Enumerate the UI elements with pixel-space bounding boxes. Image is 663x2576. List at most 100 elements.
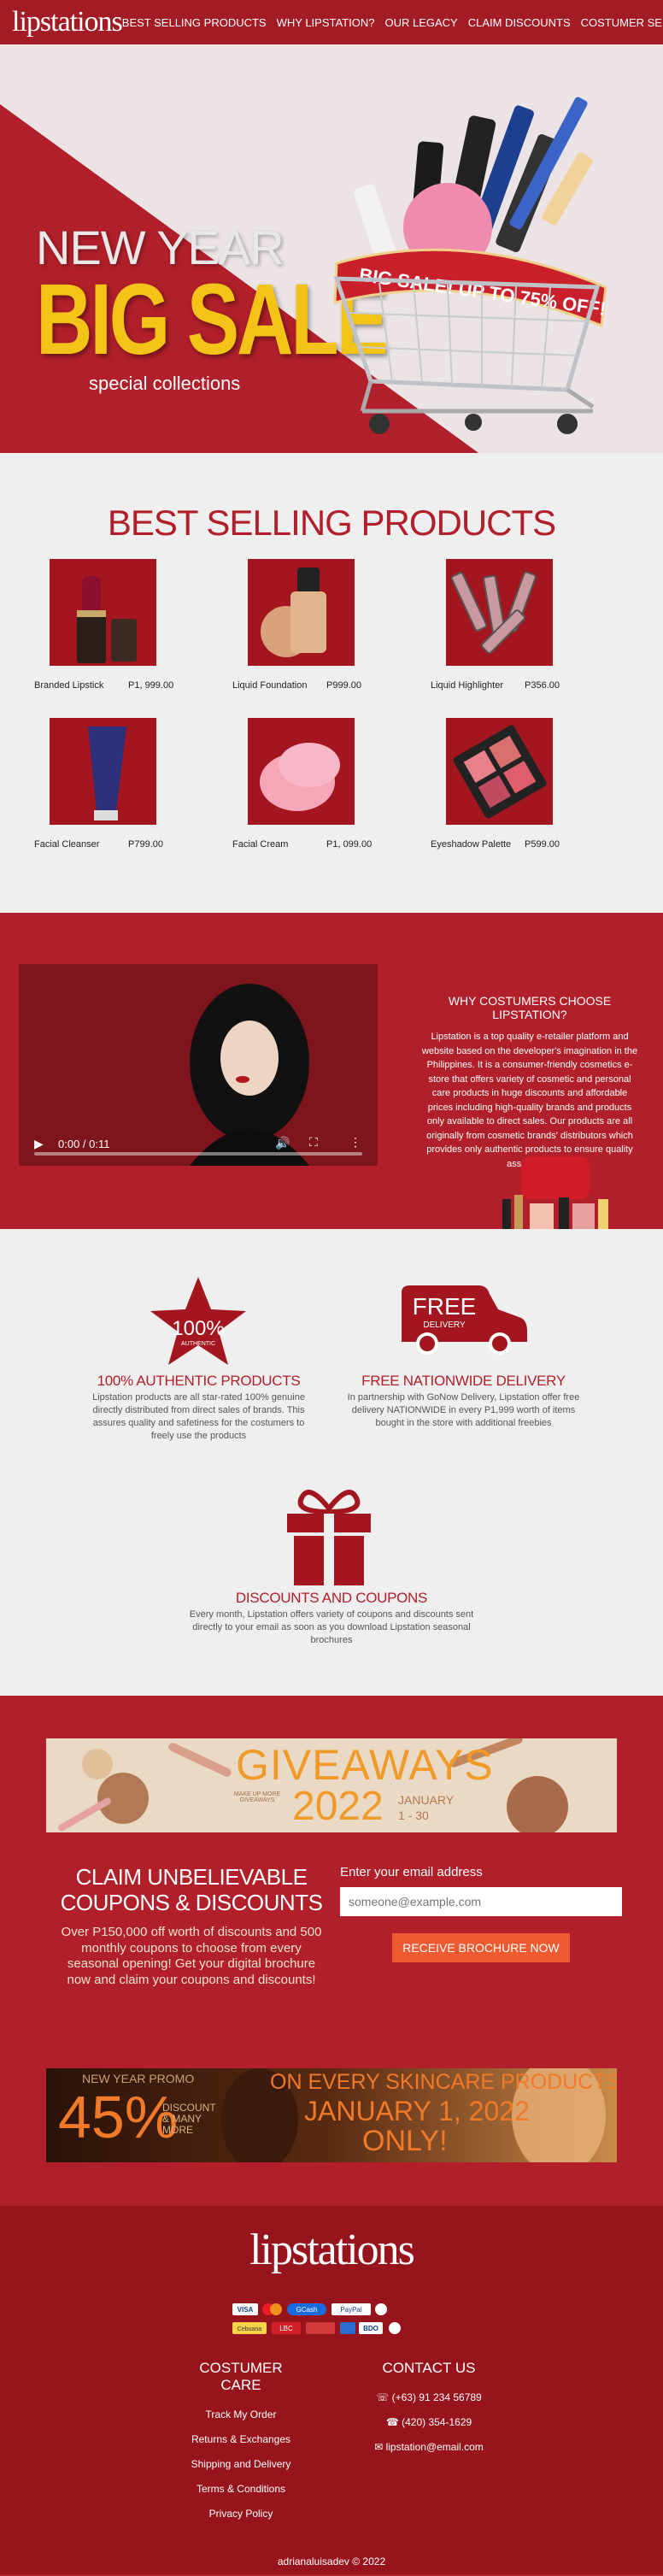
product-price: P1, 099.00 [326,839,373,850]
product-price: P799.00 [128,839,163,850]
giveaway-banner[interactable]: GIVEAWAYS 2022 MAKE UP MORE GIVEAWAYS JA… [46,1738,617,1832]
nav-link-service[interactable]: COSTUMER SERVICE [581,16,663,29]
b2-percent: 45% [58,2084,179,2150]
product-name: Liquid Foundation [232,680,308,691]
hero-big-sale: BIG SALE [36,263,389,376]
copyright: adrianaluisadev © 2022 [277,2555,386,2567]
site-logo[interactable]: lipstations [12,6,123,38]
payment-logos: VISA GCash PayPal Cebuana LBC BDO [232,2303,401,2334]
discount-feature: DISCOUNTS AND COUPONS Every month, Lipst… [175,1590,488,1647]
product-card[interactable]: Branded Lipstick P1, 999.00 [34,559,232,703]
phone-icon: ☏ [376,2391,392,2403]
customer-care-column: COSTUMER CARE Track My Order Returns & E… [188,2360,294,2526]
care-link-returns[interactable]: Returns & Exchanges [188,2427,294,2452]
why-section: ▶ 0:00 / 0:11 🔊 ⛶ ⋮ WHY COSTUMERS CHOOSE… [0,913,663,1229]
product-price: P599.00 [525,839,560,850]
why-title: WHY COSTUMERS CHOOSE LIPSTATION? [448,994,612,1021]
footer-logo[interactable]: lipstations [0,2225,663,2275]
gift-box-icon [287,1490,371,1585]
product-name: Branded Lipstick [34,680,104,691]
more-options-icon[interactable]: ⋮ [349,1135,361,1150]
care-link-terms[interactable]: Terms & Conditions [188,2477,294,2502]
truck-free-text: FREE [413,1293,477,1320]
product-price: P1, 999.00 [128,680,174,691]
pay-paypal: PayPal [340,2306,362,2314]
product-name: Facial Cleanser [34,839,100,850]
fullscreen-icon[interactable]: ⛶ [309,1135,318,1150]
site-footer: lipstations VISA GCash PayPal Cebuana LB… [0,2206,663,2574]
claim-block: CLAIM UNBELIEVABLE COUPONS & DISCOUNTS O… [55,1864,328,1989]
play-icon[interactable]: ▶ [34,1137,44,1151]
pay-gcash: GCash [296,2306,318,2314]
giveaway-date1: JANUARY [398,1793,455,1807]
contact-email-text: lipstation@email.com [385,2441,484,2453]
contact-title: CONTACT US [382,2360,476,2376]
video-progress-bar[interactable] [34,1152,362,1156]
foundation-image [248,559,355,666]
contact-mobile[interactable]: ☏ (+63) 91 234 56789 [369,2385,489,2410]
best-selling-title: BEST SELLING PRODUCTS [107,503,556,543]
nav-link-best-selling[interactable]: BEST SELLING PRODUCTS [122,16,267,29]
care-title: COSTUMER CARE [199,2360,283,2393]
product-price: P356.00 [525,680,560,691]
email-input[interactable] [340,1887,622,1916]
receive-brochure-button[interactable]: RECEIVE BROCHURE NOW [392,1933,570,1962]
product-price: P999.00 [326,680,361,691]
video-controls: ▶ 0:00 / 0:11 🔊 ⛶ ⋮ [19,1115,378,1166]
nav-link-claim[interactable]: CLAIM DISCOUNTS [468,16,571,29]
giveaway-small: MAKE UP MORE GIVEAWAYS [233,1791,281,1803]
delivery-title: FREE NATIONWIDE DELIVERY [361,1373,566,1389]
email-form: Enter your email address RECEIVE BROCHUR… [340,1865,622,1962]
contact-column: CONTACT US ☏ (+63) 91 234 56789 ☎ (420) … [369,2360,489,2460]
care-link-shipping[interactable]: Shipping and Delivery [188,2452,294,2477]
b2-line2: JANUARY 1, 2022 [304,2096,530,2126]
promo-video[interactable]: ▶ 0:00 / 0:11 🔊 ⛶ ⋮ [19,964,378,1166]
badge-percent: 100% [172,1317,224,1340]
pay-cebuana: Cebuana [238,2326,262,2332]
cream-image [248,718,355,825]
care-link-track[interactable]: Track My Order [188,2403,294,2427]
b2-discount: DISCOUNT & MANY MORE [162,2102,216,2137]
mail-icon: ✉ [374,2441,386,2453]
star-badge-icon: 100% AUTHENTIC [150,1277,246,1365]
hero-banner: NEW YEAR BIG SALE special collections BI… [0,44,663,453]
contact-landline-text: (420) 354-1629 [402,2416,472,2428]
features-section: 100% AUTHENTIC 100% AUTHENTIC PRODUCTS L… [0,1229,663,1696]
product-card[interactable]: Facial Cream P1, 099.00 [232,718,431,862]
product-card[interactable]: Eyeshadow Palette P599.00 [431,718,629,862]
b2-line3: ONLY! [362,2125,448,2157]
delivery-truck-icon: FREE DELIVERY [402,1285,527,1355]
telephone-icon: ☎ [385,2416,402,2428]
product-card[interactable]: Liquid Highlighter P356.00 [431,559,629,703]
nav-link-legacy[interactable]: OUR LEGACY [384,16,457,29]
skincare-promo-banner[interactable]: NEW YEAR PROMO 45% DISCOUNT & MANY MORE … [46,2068,617,2162]
product-card[interactable]: Liquid Foundation P999.00 [232,559,431,703]
video-time: 0:00 / 0:11 [58,1138,110,1150]
pay-visa: VISA [238,2306,254,2314]
contact-landline[interactable]: ☎ (420) 354-1629 [369,2410,489,2435]
volume-icon[interactable]: 🔊 [275,1136,290,1150]
promo-section: GIVEAWAYS 2022 MAKE UP MORE GIVEAWAYS JA… [0,1696,663,2206]
pay-lbc: LBC [279,2325,293,2332]
badge-sub: AUTHENTIC [181,1341,215,1347]
lipstick-image [50,559,156,666]
nav-links: BEST SELLING PRODUCTS WHY LIPSTATION? OU… [122,16,663,29]
hero-text: NEW YEAR BIG SALE special collections [36,224,389,395]
care-link-privacy[interactable]: Privacy Policy [188,2502,294,2526]
claim-text: Over P150,000 off worth of discounts and… [61,1924,322,1988]
nav-link-why[interactable]: WHY LIPSTATION? [277,16,375,29]
product-name: Liquid Highlighter [431,680,503,691]
best-selling-section: BEST SELLING PRODUCTS Branded Lipstick P… [0,453,663,913]
email-label: Enter your email address [340,1865,483,1879]
product-name: Facial Cream [232,839,289,850]
product-grid: Branded Lipstick P1, 999.00 Liquid Found… [0,559,663,862]
pay-bdo: BDO [363,2325,378,2332]
giveaway-year: 2022 [292,1784,384,1829]
authentic-title: 100% AUTHENTIC PRODUCTS [97,1373,301,1389]
delivery-text: In partnership with GoNow Delivery, Lips… [347,1392,580,1428]
contact-email[interactable]: ✉ lipstation@email.com [369,2435,489,2460]
why-text-block: WHY COSTUMERS CHOOSE LIPSTATION? Lipstat… [419,994,641,1171]
product-card[interactable]: Facial Cleanser P799.00 [34,718,232,862]
palette-image [446,718,553,825]
claim-title: CLAIM UNBELIEVABLE COUPONS & DISCOUNTS [60,1864,323,1915]
